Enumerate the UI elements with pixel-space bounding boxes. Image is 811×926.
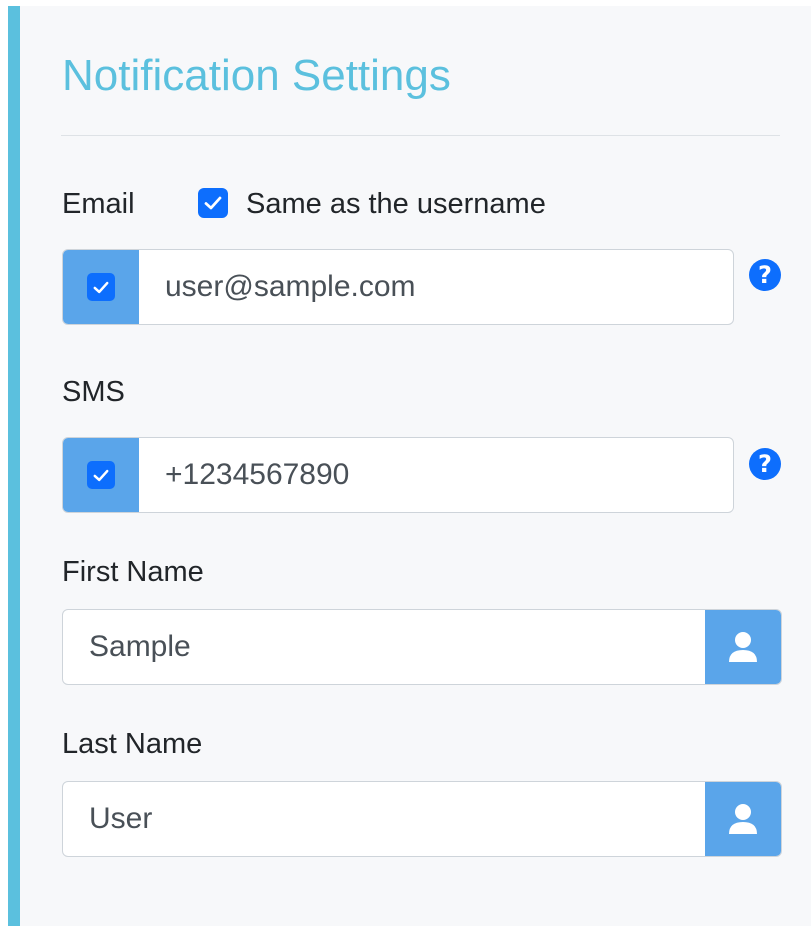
first-name-input-group	[62, 609, 782, 685]
last-name-field[interactable]	[63, 782, 705, 856]
email-label: Email	[62, 188, 135, 220]
email-enable-checkbox[interactable]	[87, 273, 115, 301]
sms-field[interactable]	[139, 438, 733, 512]
first-name-label: First Name	[62, 556, 204, 588]
last-name-user-addon	[705, 782, 781, 856]
last-name-input-group	[62, 781, 782, 857]
check-icon	[204, 196, 222, 210]
same-as-username-label[interactable]: Same as the username	[246, 190, 546, 219]
first-name-user-addon	[705, 610, 781, 684]
title-divider	[61, 135, 780, 136]
check-icon	[93, 281, 109, 293]
sms-help-icon[interactable]: ?	[749, 448, 781, 480]
email-field[interactable]	[139, 250, 733, 324]
notification-settings-panel: Notification Settings Email Same as the …	[8, 6, 811, 926]
user-icon	[729, 804, 757, 834]
sms-enable-addon	[63, 438, 139, 512]
email-input-group	[62, 249, 734, 325]
last-name-label: Last Name	[62, 728, 203, 760]
user-icon	[729, 632, 757, 662]
page-title: Notification Settings	[62, 51, 451, 100]
email-enable-addon	[63, 250, 139, 324]
same-as-username-checkbox[interactable]	[198, 188, 228, 218]
first-name-field[interactable]	[63, 610, 705, 684]
sms-enable-checkbox[interactable]	[87, 461, 115, 489]
sms-input-group	[62, 437, 734, 513]
email-help-icon[interactable]: ?	[749, 259, 781, 291]
sms-label: SMS	[62, 376, 125, 408]
check-icon	[93, 469, 109, 481]
